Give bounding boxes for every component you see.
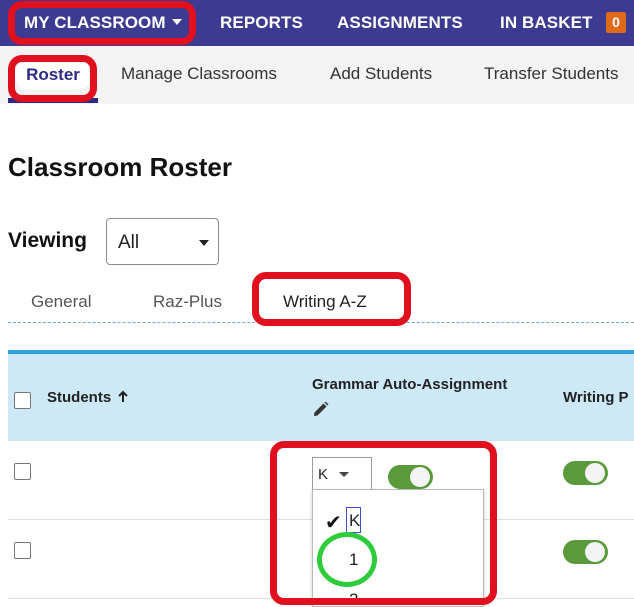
page-title: Classroom Roster <box>8 152 232 182</box>
viewing-label: Viewing <box>8 229 87 252</box>
highlight-circle-option-1 <box>317 532 377 587</box>
table-header: Students Grammar Auto-Assignment Writing… <box>8 350 634 441</box>
highlight-box-my-classroom <box>8 1 196 45</box>
highlight-box-roster <box>8 55 97 102</box>
highlight-box-grammar-cell <box>270 441 497 605</box>
column-header-grammar: Grammar Auto-Assignment <box>312 376 508 393</box>
writing-toggle[interactable] <box>563 461 608 485</box>
reports-link[interactable]: REPORTS <box>220 0 303 46</box>
writing-toggle[interactable] <box>563 540 608 564</box>
caret-down-icon <box>199 240 209 246</box>
pencil-edit-icon[interactable] <box>311 400 330 419</box>
assignments-link[interactable]: ASSIGNMENTS <box>337 0 463 46</box>
toggle-knob <box>585 542 605 562</box>
row-checkbox[interactable] <box>14 463 31 480</box>
highlight-box-writing-tab <box>252 272 411 326</box>
viewing-select[interactable]: All <box>106 218 219 265</box>
manage-classrooms-link[interactable]: Manage Classrooms <box>121 64 277 84</box>
students-header-label: Students <box>47 389 112 406</box>
column-header-writing: Writing P <box>563 389 629 406</box>
column-header-students[interactable]: Students <box>47 389 129 406</box>
row-checkbox[interactable] <box>14 542 31 559</box>
viewing-select-value: All <box>118 232 140 253</box>
transfer-students-link[interactable]: Transfer Students <box>484 64 619 84</box>
tab-general[interactable]: General <box>31 292 91 312</box>
toggle-knob <box>585 463 605 483</box>
in-basket-count-badge: 0 <box>606 12 626 33</box>
tab-raz-plus[interactable]: Raz-Plus <box>153 292 222 312</box>
sort-ascending-icon <box>118 390 129 402</box>
add-students-link[interactable]: Add Students <box>330 64 432 84</box>
in-basket-link[interactable]: IN BASKET <box>500 0 593 46</box>
select-all-checkbox[interactable] <box>14 392 31 409</box>
